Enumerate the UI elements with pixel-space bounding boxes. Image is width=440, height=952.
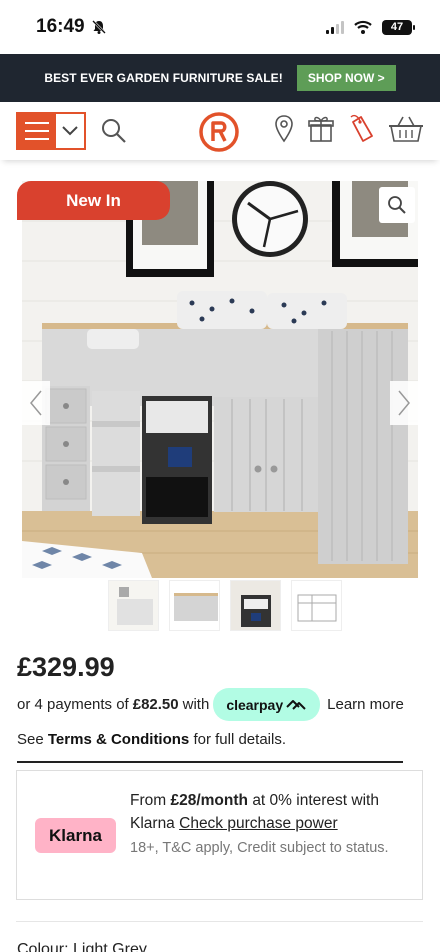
signal-icon	[326, 20, 344, 34]
thumbnail-1[interactable]	[108, 580, 159, 631]
clearpay-badge[interactable]: clearpay	[213, 688, 321, 721]
klarna-brand: Klarna	[130, 815, 175, 832]
status-indicators: 47	[326, 19, 415, 35]
chevron-left-icon	[30, 390, 42, 416]
product-main-image[interactable]	[22, 181, 418, 578]
header-actions	[274, 114, 424, 144]
menu-group	[16, 112, 86, 150]
terms-link[interactable]: Terms & Conditions	[48, 731, 189, 748]
zoom-button[interactable]	[379, 187, 415, 223]
menu-dropdown-button[interactable]	[56, 114, 84, 148]
klarna-message: From £28/month at 0% interest with Klarn…	[130, 789, 410, 835]
status-bar: 16:49 47	[0, 0, 440, 54]
thumbnail-2[interactable]	[169, 580, 220, 631]
klarna-amount: £28/month	[170, 792, 248, 809]
gift-icon[interactable]	[308, 115, 334, 143]
location-pin-icon[interactable]	[274, 114, 294, 144]
product-price: £329.99	[17, 652, 115, 682]
thumbnail-strip	[108, 580, 342, 631]
shop-now-button[interactable]: SHOP NOW >	[296, 65, 396, 91]
payments-with: with	[182, 696, 210, 713]
new-in-badge: New In	[17, 181, 170, 220]
status-time-group: 16:49	[36, 16, 107, 38]
payment-options: or 4 payments of £82.50 with clearpay Le…	[17, 688, 404, 721]
promo-text: BEST EVER GARDEN FURNITURE SALE!	[44, 71, 283, 85]
clearpay-label: clearpay	[226, 696, 284, 713]
klarna-logo: Klarna	[35, 818, 116, 853]
wifi-icon	[354, 20, 372, 34]
price-tag-icon[interactable]	[348, 114, 374, 144]
thumbnail-4[interactable]	[291, 580, 342, 631]
basket-icon[interactable]	[388, 114, 424, 144]
promo-bar: BEST EVER GARDEN FURNITURE SALE! SHOP NO…	[0, 54, 440, 102]
hamburger-menu-icon[interactable]	[18, 114, 56, 148]
klarna-promo: Klarna From £28/month at 0% interest wit…	[16, 770, 423, 900]
gallery-prev-button[interactable]	[22, 381, 50, 425]
clearpay-arrows-icon	[286, 699, 306, 710]
cabin-bed-photo	[22, 181, 418, 578]
terms-suffix: for full details.	[193, 731, 286, 748]
klarna-interest: at 0% interest with	[252, 792, 379, 809]
robert-dyas-logo-icon[interactable]	[198, 111, 240, 153]
section-divider	[16, 921, 423, 922]
klarna-fine-print: 18+, T&C apply, Credit subject to status…	[130, 840, 389, 856]
payments-prefix: or 4 payments of	[17, 696, 129, 713]
thumbnail-3[interactable]	[230, 580, 281, 631]
learn-more-link[interactable]: Learn more	[327, 696, 404, 713]
divider	[17, 761, 403, 763]
colour-label: Colour: Light Grey	[17, 941, 147, 952]
status-time: 16:49	[36, 16, 85, 37]
search-icon[interactable]	[100, 117, 128, 145]
magnifier-icon	[388, 196, 406, 214]
bell-muted-icon	[91, 20, 106, 34]
payments-amount: £82.50	[132, 696, 179, 713]
site-header	[0, 102, 440, 160]
terms-line: See Terms & Conditions for full details.	[17, 731, 286, 748]
klarna-from: From	[130, 792, 167, 809]
check-purchase-power-link[interactable]: Check purchase power	[179, 815, 338, 832]
chevron-right-icon	[398, 390, 410, 416]
chevron-down-icon	[62, 126, 78, 136]
battery-icon: 47	[382, 19, 415, 35]
gallery-next-button[interactable]	[390, 381, 418, 425]
terms-prefix: See	[17, 731, 44, 748]
